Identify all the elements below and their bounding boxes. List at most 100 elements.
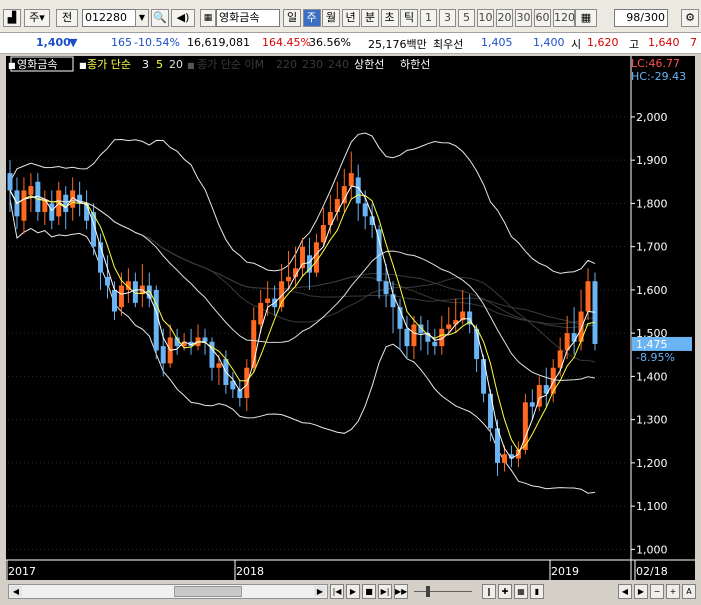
speaker-icon[interactable]: ◀): [171, 9, 195, 27]
quote-bar: 1,400 ▼ 165 -10.54% 16,619,081 164.45% 3…: [0, 33, 701, 54]
legend-ma-square-icon: ■: [79, 61, 87, 70]
bottom-bar: ◀ ▶ |◀ ▶ ■ ▶| ▶▶ ‖ ✚ ▦ ▮ ◀ ▶ − + A: [0, 581, 701, 605]
legend-ma-5: 5: [156, 58, 163, 71]
y-tick-label: 2,000: [636, 111, 668, 124]
candle-down: [432, 341, 438, 347]
period-tab-1[interactable]: 주: [302, 9, 321, 27]
price-chart[interactable]: 2,000 1,900 1,800 1,700 1,600 1,500 1,400 1,300…: [6, 56, 695, 580]
interval-button-5[interactable]: 5: [458, 9, 475, 27]
price-change: 165: [111, 36, 132, 49]
candle-up: [313, 242, 319, 273]
interval-button-20[interactable]: 20: [496, 9, 513, 27]
search-icon[interactable]: 🔍: [151, 9, 169, 27]
candle-down: [529, 402, 535, 407]
candle-up: [501, 454, 507, 463]
candle-up: [265, 298, 271, 303]
candle-down: [306, 255, 312, 273]
chart-type-icon[interactable]: ▟: [3, 9, 21, 27]
zoom-in-icon[interactable]: ▶: [634, 584, 648, 599]
candle-down: [592, 281, 598, 344]
settings-icon[interactable]: ⚙: [681, 9, 699, 27]
bar-view-icon[interactable]: ▮: [530, 584, 544, 599]
scroll-right-icon[interactable]: ▶: [314, 586, 326, 597]
current-price-tag-pct: -8.95%: [636, 351, 675, 364]
play-icon[interactable]: ▶: [346, 584, 360, 599]
lc-indicator: LC:46.77: [631, 57, 680, 70]
stock-name-field[interactable]: 영화금속: [216, 9, 280, 27]
legend-square-icon: ■: [8, 61, 16, 70]
interval-button-10[interactable]: 10: [477, 9, 494, 27]
candle-down: [362, 203, 368, 217]
candle-down: [111, 289, 117, 312]
candle-down: [7, 173, 13, 191]
period-tab-0[interactable]: 일: [283, 9, 301, 27]
zoom-slider[interactable]: [414, 591, 472, 592]
calendar-icon[interactable]: ▦: [575, 9, 597, 27]
open-label: 시: [571, 38, 582, 51]
related-stock-icon[interactable]: ▦: [200, 9, 216, 27]
ask-price: 1,400: [533, 36, 565, 49]
legend-upper-limit: 상한선: [354, 58, 384, 71]
chart-type-label: 주: [29, 11, 40, 24]
legend-lower-limit: 하한선: [400, 57, 430, 71]
y-tick-label: 1,000: [636, 543, 668, 556]
candle-down: [105, 276, 110, 286]
plus-icon[interactable]: +: [666, 584, 680, 599]
period-tab-4[interactable]: 분: [361, 9, 379, 27]
minus-icon[interactable]: −: [650, 584, 664, 599]
zoom-out-icon[interactable]: ◀: [618, 584, 632, 599]
candle-down: [160, 346, 166, 364]
trade-amount: 25,176백만: [368, 38, 427, 51]
first-page-icon[interactable]: |◀: [330, 584, 344, 599]
scroll-thumb[interactable]: [174, 586, 242, 597]
interval-button-30[interactable]: 30: [515, 9, 532, 27]
fast-forward-icon[interactable]: ▶▶: [394, 584, 408, 599]
candle-up: [244, 367, 250, 398]
scroll-left-icon[interactable]: ◀: [10, 586, 22, 597]
volume-ratio: 164.45%: [262, 36, 311, 49]
count-field[interactable]: 98/300: [614, 9, 668, 27]
grid-toggle-icon[interactable]: ▦: [514, 584, 528, 599]
interval-button-1[interactable]: 1: [420, 9, 437, 27]
next-icon[interactable]: ▶|: [378, 584, 392, 599]
x-tick-label: 2018: [236, 565, 264, 578]
legend-vol-ma-230: 230: [302, 58, 323, 71]
candle-up: [453, 320, 459, 325]
candle-down: [49, 203, 55, 221]
chart-type-select[interactable]: 주▾: [24, 9, 50, 27]
period-tab-5[interactable]: 초: [380, 9, 399, 27]
interval-button-60[interactable]: 60: [534, 9, 551, 27]
toolbar: ▟ 주▾ 전 012280 ▼ 🔍 ◀) ▦ 영화금속 일주월년분초틱 1351…: [0, 0, 701, 33]
legend-vol-ma-220: 220: [276, 58, 297, 71]
legend-ma-20: 20: [169, 58, 183, 71]
hc-indicator: HC:-29.43: [631, 70, 686, 83]
font-size-icon[interactable]: A: [682, 584, 696, 599]
legend-vol-ma-240: 240: [328, 58, 349, 71]
candle-style-icon[interactable]: ‖: [482, 584, 496, 599]
x-axis: 2017 2018 2019 02/18: [6, 560, 668, 580]
candle-down: [63, 194, 69, 213]
period-tab-3[interactable]: 년: [341, 9, 360, 27]
interval-button-3[interactable]: 3: [439, 9, 456, 27]
crosshair-icon[interactable]: ✚: [498, 584, 512, 599]
high-price: 1,640: [648, 36, 680, 49]
period-tab-2[interactable]: 월: [322, 9, 340, 27]
y-tick-label: 1,100: [636, 500, 668, 513]
stop-icon[interactable]: ■: [362, 584, 376, 599]
prev-button[interactable]: 전: [56, 9, 78, 27]
candle-up: [334, 199, 340, 213]
candle-up: [216, 363, 222, 368]
legend-ma-label: 종가 단순: [87, 58, 131, 71]
period-tab-6[interactable]: 틱: [400, 9, 418, 27]
candle-up: [550, 367, 556, 394]
candle-up: [21, 190, 27, 221]
stock-code-input[interactable]: 012280: [82, 9, 136, 27]
y-tick-label: 1,900: [636, 154, 668, 167]
y-tick-label: 1,700: [636, 241, 668, 254]
chart-scrollbar[interactable]: ◀ ▶: [8, 584, 328, 599]
high-label: 고: [629, 38, 640, 51]
stock-code-dropdown-icon[interactable]: ▼: [135, 9, 149, 27]
zoom-slider-thumb[interactable]: [426, 586, 430, 597]
legend-vol-square-icon: ■: [187, 61, 195, 70]
interval-button-120[interactable]: 120: [553, 9, 575, 27]
